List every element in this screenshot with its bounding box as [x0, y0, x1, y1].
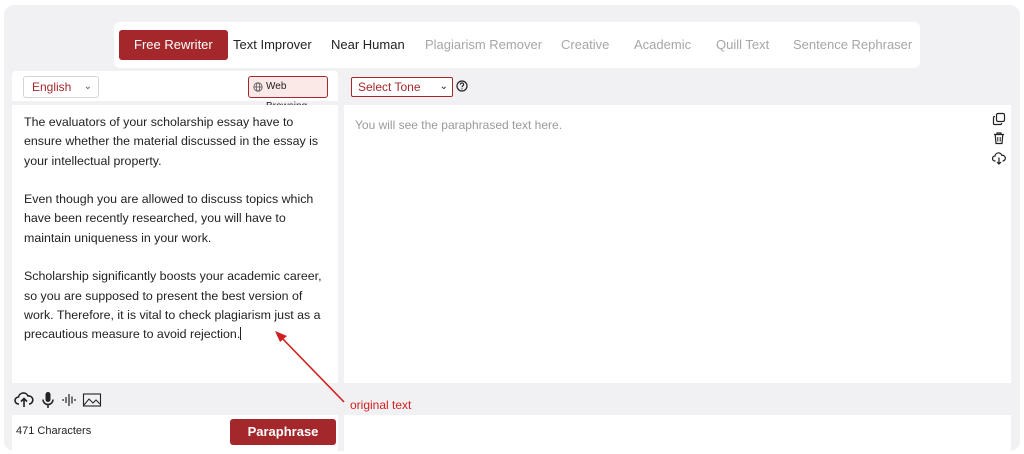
web-browsing-button[interactable]: Web Browsing: [248, 76, 328, 112]
character-count: 471 Characters: [16, 425, 92, 437]
tool-tab-bar: Free Rewriter Text Improver Near Human P…: [114, 22, 920, 68]
input-text-area[interactable]: The evaluators of your scholarship essay…: [12, 105, 338, 383]
annotation-label: original text: [350, 398, 412, 412]
input-tools: [12, 387, 338, 413]
tab-text-improver[interactable]: Text Improver: [233, 33, 312, 57]
output-text-area[interactable]: You will see the paraphrased text here.: [344, 105, 1011, 383]
microphone-icon[interactable]: [38, 390, 58, 410]
image-icon[interactable]: [82, 390, 102, 410]
tab-creative[interactable]: Creative: [561, 33, 609, 57]
paraphrase-button[interactable]: Paraphrase: [230, 419, 336, 445]
input-paragraph: Even though you are allowed to discuss t…: [24, 192, 314, 245]
input-paragraph: The evaluators of your scholarship essay…: [24, 115, 319, 168]
text-caret: [240, 327, 242, 341]
chevron-down-icon: ⌄: [439, 81, 448, 92]
input-toolbar: English ⌄ Web Browsing: [12, 71, 338, 112]
help-icon[interactable]: [456, 79, 468, 92]
input-paragraph: Scholarship significantly boosts your ac…: [24, 267, 327, 344]
output-placeholder: You will see the paraphrased text here.: [355, 118, 563, 132]
input-paragraph-text: Scholarship significantly boosts your ac…: [24, 269, 322, 342]
audio-wave-icon[interactable]: [60, 390, 80, 410]
chevron-down-icon: ⌄: [83, 81, 92, 92]
tab-plagiarism-remover[interactable]: Plagiarism Remover: [425, 33, 542, 57]
tone-select-value: Select Tone: [358, 80, 421, 94]
upload-cloud-icon[interactable]: [14, 390, 34, 410]
tab-free-rewriter[interactable]: Free Rewriter: [119, 30, 228, 60]
language-value: English: [32, 80, 72, 94]
tab-sentence-rephraser[interactable]: Sentence Rephraser: [793, 33, 912, 57]
copy-icon[interactable]: [992, 112, 1006, 126]
globe-icon: [253, 77, 263, 100]
trash-icon[interactable]: [992, 131, 1006, 145]
tab-near-human[interactable]: Near Human: [331, 33, 405, 57]
input-footer: 471 Characters Paraphrase: [12, 415, 338, 451]
tone-select[interactable]: Select Tone ⌄: [351, 77, 453, 97]
language-select[interactable]: English ⌄: [23, 76, 99, 98]
download-cloud-icon[interactable]: [991, 151, 1006, 165]
tab-quill-text[interactable]: Quill Text: [716, 33, 769, 57]
output-toolbar: Select Tone ⌄: [344, 71, 1011, 101]
output-footer: [344, 415, 1011, 451]
tab-academic[interactable]: Academic: [634, 33, 691, 57]
